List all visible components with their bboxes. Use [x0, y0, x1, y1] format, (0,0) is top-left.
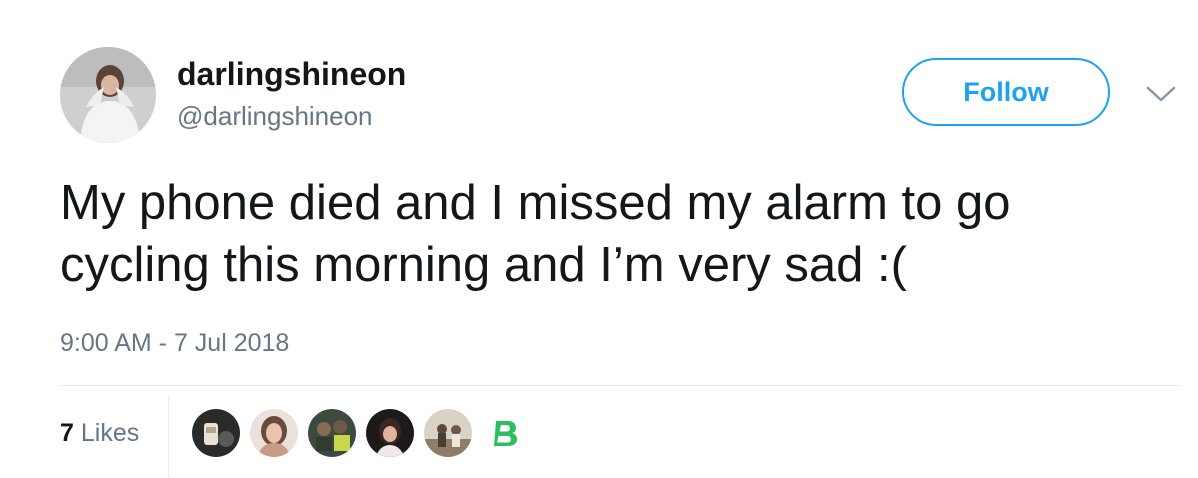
chevron-down-icon [1146, 86, 1176, 102]
likes-count: 7 [60, 419, 74, 447]
liker-avatar[interactable] [364, 407, 416, 459]
likes-label: Likes [80, 419, 140, 447]
author-display-name[interactable]: darlingshineon [177, 55, 406, 93]
liker-avatar-7-b-logo-icon [488, 417, 520, 449]
author-handle[interactable]: @darlingshineon [177, 100, 373, 132]
liker-avatar[interactable] [486, 415, 522, 451]
liker-avatar-1-icon [192, 409, 240, 457]
liker-avatar-5-icon [424, 409, 472, 457]
liker-avatar-2-icon [250, 409, 298, 457]
tweet-text: My phone died and I missed my alarm to g… [60, 176, 1011, 292]
follow-button[interactable]: Follow [902, 58, 1110, 126]
liker-avatar-4-icon [366, 409, 414, 457]
liker-avatar[interactable] [190, 407, 242, 459]
tweet-card: darlingshineon @darlingshineon Follow My… [0, 0, 1198, 478]
liker-avatar[interactable] [422, 407, 474, 459]
profile-photo-icon [60, 47, 156, 143]
author-avatar[interactable] [60, 47, 156, 143]
divider [60, 385, 1180, 386]
liker-avatar-3-icon [308, 409, 356, 457]
tweet-timestamp[interactable]: 9:00 AM - 7 Jul 2018 [60, 327, 289, 359]
likes-stat[interactable]: 7 Likes [60, 416, 139, 450]
tweet-menu-button[interactable] [1145, 84, 1177, 104]
liker-avatar[interactable] [248, 407, 300, 459]
stat-divider [168, 395, 169, 478]
liker-avatar[interactable] [306, 407, 358, 459]
